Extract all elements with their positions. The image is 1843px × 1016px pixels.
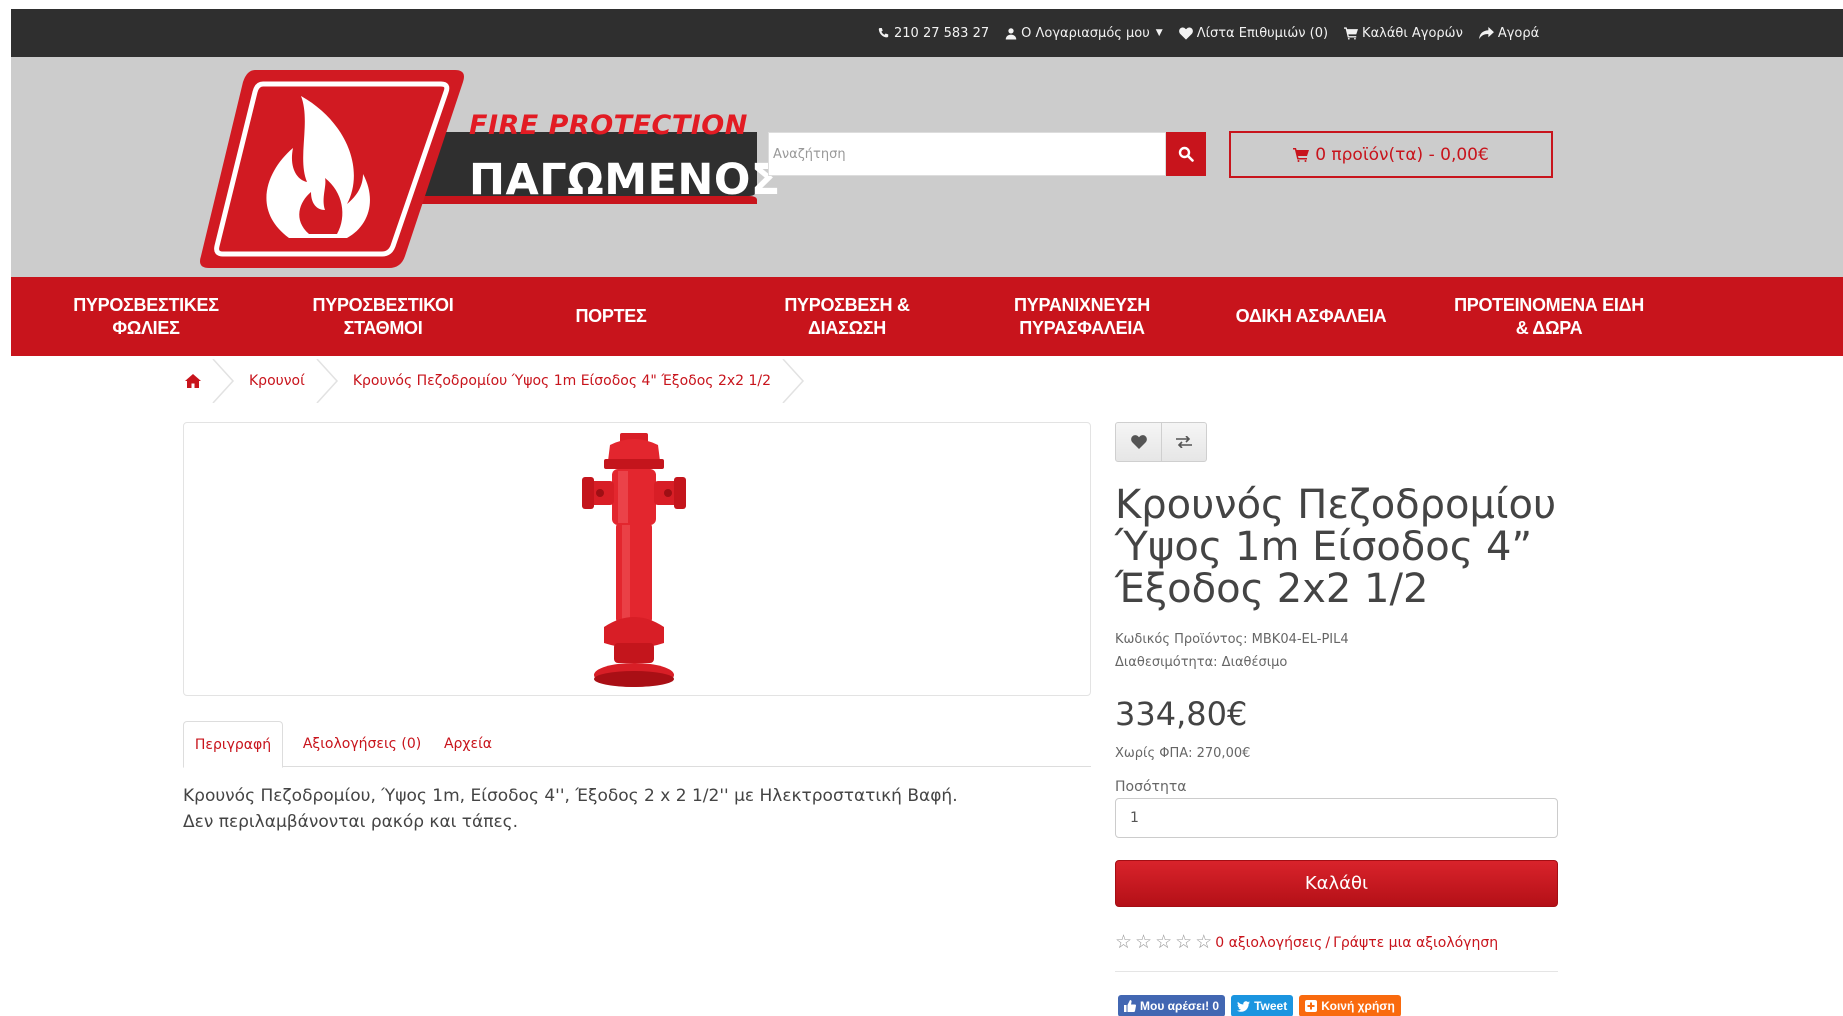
cart-icon	[1344, 26, 1359, 40]
breadcrumb-separator-icon	[211, 359, 235, 403]
search-input[interactable]	[768, 132, 1166, 176]
description-line-2: Δεν περιλαμβάνονται ρακόρ και τάπες.	[183, 812, 519, 832]
nav-item-fire-rescue[interactable]: ΠΥΡΟΣΒΕΣΗ & ΔΙΑΣΩΣΗ	[747, 277, 947, 356]
thumbs-up-icon	[1124, 1000, 1136, 1012]
top-bar: 210 27 583 27 Ο Λογαριασμός μου ▼ Λίστα …	[11, 9, 1843, 57]
star-empty-icon: ☆	[1155, 931, 1173, 953]
cart-summary-label: 0 προϊόν(τα) - 0,00€	[1315, 144, 1489, 165]
quantity-label: Ποσότητα	[1115, 779, 1187, 795]
cart-link[interactable]: Καλάθι Αγορών	[1344, 26, 1463, 41]
site-logo[interactable]: FIRE PROTECTION ΠΑΓΩΜΕΝΟΣ	[197, 70, 780, 270]
user-icon	[1005, 27, 1017, 39]
quantity-input[interactable]	[1115, 798, 1558, 838]
product-tabs: Περιγραφή Αξιολογήσεις (0) Αρχεία	[183, 721, 1091, 768]
nav-item-fire-cabinets[interactable]: ΠΥΡΟΣΒΕΣΤΙΚΕΣ ΦΩΛΙΕΣ	[51, 277, 241, 356]
nav-item-featured-gifts[interactable]: ΠΡΟΤΕΙΝΟΜΕΝΑ ΕΙΔΗ & ΔΩΡΑ	[1433, 277, 1665, 356]
tab-files[interactable]: Αρχεία	[433, 721, 503, 767]
breadcrumb-separator-icon	[781, 359, 805, 403]
main-nav: ΠΥΡΟΣΒΕΣΤΙΚΕΣ ΦΩΛΙΕΣ ΠΥΡΟΣΒΕΣΤΙΚΟΙ ΣΤΑΘΜΟΙ…	[11, 277, 1843, 356]
search-button[interactable]	[1166, 132, 1206, 176]
rating-separator: /	[1325, 934, 1331, 951]
plus-box-icon	[1305, 1000, 1318, 1012]
breadcrumb-home[interactable]	[185, 359, 201, 403]
logo-tagline: FIRE PROTECTION	[469, 110, 748, 141]
phone-number: 210 27 583 27	[894, 25, 990, 41]
tab-reviews[interactable]: Αξιολογήσεις (0)	[295, 721, 429, 767]
tweet-button[interactable]: Tweet	[1231, 995, 1294, 1016]
reviews-count-link[interactable]: 0 αξιολογήσεις	[1215, 935, 1322, 951]
star-empty-icon: ☆	[1195, 931, 1213, 953]
star-empty-icon: ☆	[1175, 931, 1193, 953]
phone-icon	[878, 27, 889, 37]
add-to-cart-button[interactable]: Καλάθι	[1115, 860, 1558, 907]
wishlist-label: Λίστα Επιθυμιών (0)	[1196, 25, 1329, 41]
nav-item-fire-detection[interactable]: ΠΥΡΑΝΙΧΝΕΥΣΗ ΠΥΡΑΣΦΑΛΕΙΑ	[977, 277, 1187, 356]
site-header: FIRE PROTECTION ΠΑΓΩΜΕΝΟΣ 0 προϊόν(τα) -…	[11, 57, 1843, 277]
account-menu[interactable]: Ο Λογαριασμός μου ▼	[1005, 26, 1163, 41]
cart-summary-button[interactable]: 0 προϊόν(τα) - 0,00€	[1229, 131, 1553, 178]
breadcrumb-product[interactable]: Κρουνός Πεζοδρομίου Ύψος 1m Είσοδος 4" Έ…	[353, 359, 771, 403]
star-empty-icon: ☆	[1135, 931, 1153, 953]
account-label: Ο Λογαριασμός μου	[1021, 25, 1150, 41]
nav-item-doors[interactable]: ΠΟΡΤΕΣ	[521, 277, 701, 356]
top-links: 210 27 583 27 Ο Λογαριασμός μου ▼ Λίστα …	[877, 9, 1539, 57]
wishlist-link[interactable]: Λίστα Επιθυμιών (0)	[1178, 25, 1329, 41]
breadcrumb-category[interactable]: Κρουνοί	[249, 359, 305, 403]
product-title: Κρουνός Πεζοδρομίου Ύψος 1m Είσοδος 4” Έ…	[1115, 482, 1557, 612]
price-ex-vat: Χωρίς ΦΠΑ: 270,00€	[1115, 746, 1251, 761]
search-icon	[1178, 146, 1194, 162]
write-review-link[interactable]: Γράψτε μια αξιολόγηση	[1333, 935, 1498, 951]
compare-button[interactable]	[1161, 423, 1206, 461]
facebook-like-button[interactable]: Μου αρέσει! 0	[1118, 995, 1226, 1016]
nav-item-road-safety[interactable]: ΟΔΙΚΗ ΑΣΦΑΛΕΙΑ	[1211, 277, 1411, 356]
heart-icon	[1178, 26, 1193, 40]
tweet-label: Tweet	[1254, 999, 1288, 1013]
description-line-1: Κρουνός Πεζοδρομίου, Ύψος 1m, Είσοδος 4'…	[183, 786, 958, 806]
cart-label: Καλάθι Αγορών	[1362, 25, 1463, 41]
cart-icon	[1293, 147, 1310, 162]
search-bar	[768, 132, 1206, 176]
breadcrumb: Κρουνοί Κρουνός Πεζοδρομίου Ύψος 1m Είσο…	[185, 359, 819, 403]
social-share: Μου αρέσει! 0 Tweet Κοινή χρήση	[1118, 995, 1401, 1016]
share-arrow-icon	[1478, 26, 1494, 39]
rating-row: ☆ ☆ ☆ ☆ ☆ 0 αξιολογήσεις / Γράψτε μια αξ…	[1115, 933, 1498, 952]
breadcrumb-separator-icon	[315, 359, 339, 403]
product-availability: Διαθεσιμότητα: Διαθέσιμο	[1115, 655, 1288, 670]
facebook-like-label: Μου αρέσει! 0	[1140, 999, 1220, 1013]
chevron-down-icon: ▼	[1155, 28, 1163, 38]
checkout-label: Αγορά	[1497, 25, 1540, 41]
add-to-wishlist-button[interactable]	[1116, 423, 1161, 461]
tab-description[interactable]: Περιγραφή	[183, 721, 283, 768]
product-image-box[interactable]	[183, 422, 1091, 696]
product-price: 334,80€	[1115, 695, 1248, 733]
nav-item-fire-stations[interactable]: ΠΥΡΟΣΒΕΣΤΙΚΟΙ ΣΤΑΘΜΟΙ	[283, 277, 483, 356]
fire-hydrant-image	[582, 433, 686, 687]
heart-icon	[1130, 435, 1147, 449]
share-label: Κοινή χρήση	[1321, 999, 1395, 1013]
compare-arrows-icon	[1176, 436, 1192, 448]
checkout-link[interactable]: Αγορά	[1478, 25, 1540, 41]
product-code: Κωδικός Προϊόντος: MBK04-EL-PIL4	[1115, 632, 1349, 647]
product-actions	[1115, 422, 1207, 462]
home-icon	[185, 374, 201, 388]
product-description: Κρουνός Πεζοδρομίου, Ύψος 1m, Είσοδος 4'…	[183, 783, 1083, 835]
twitter-icon	[1237, 1000, 1251, 1012]
logo-name: ΠΑΓΩΜΕΝΟΣ	[469, 155, 781, 205]
star-empty-icon: ☆	[1115, 931, 1133, 953]
share-button[interactable]: Κοινή χρήση	[1299, 995, 1401, 1016]
phone-link[interactable]: 210 27 583 27	[877, 26, 989, 41]
divider	[1115, 971, 1558, 972]
